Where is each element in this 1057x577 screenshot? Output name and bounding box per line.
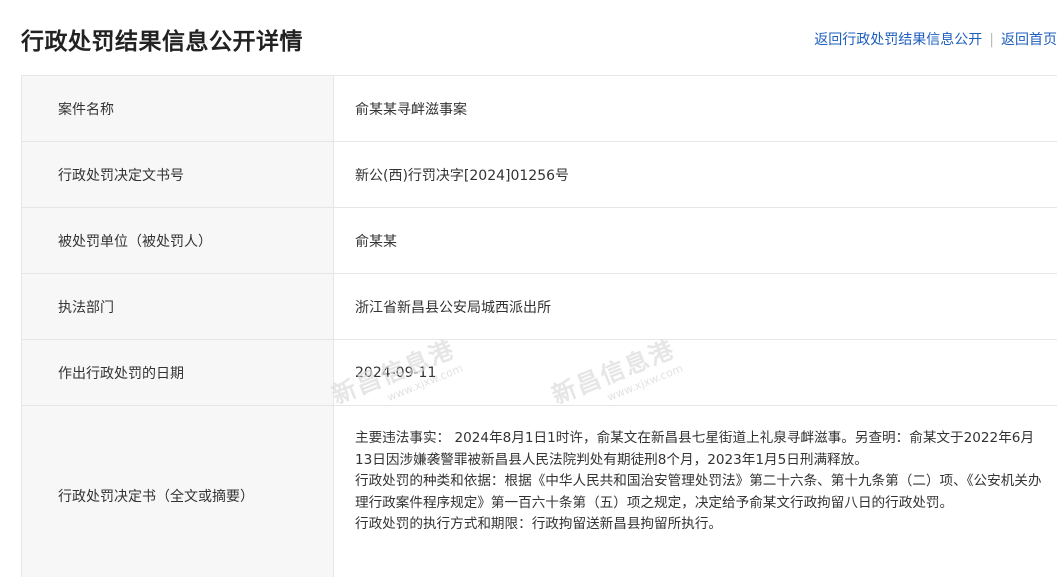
row-decision-text: 行政处罚决定书（全文或摘要） 主要违法事实： 2024年8月1日1时许，俞某文在… xyxy=(22,406,1057,577)
row-decision-date: 作出行政处罚的日期 2024-09-11 xyxy=(22,340,1057,406)
row-enforcement-dept: 执法部门 浙江省新昌县公安局城西派出所 xyxy=(22,274,1057,340)
decision-number-label: 行政处罚决定文书号 xyxy=(22,142,334,207)
case-name-value: 俞某某寻衅滋事案 xyxy=(355,101,467,118)
back-to-list-link[interactable]: 返回行政处罚结果信息公开 xyxy=(814,32,982,48)
execution-method-paragraph: 行政处罚的执行方式和期限：行政拘留送新昌县拘留所执行。 xyxy=(355,516,723,532)
decision-number-value: 新公(西)行罚决字[2024]01256号 xyxy=(355,167,570,184)
row-case-name: 案件名称 俞某某寻衅滋事案 xyxy=(22,76,1057,142)
penalty-basis-paragraph: 行政处罚的种类和依据：根据《中华人民共和国治安管理处罚法》第二十六条、第十九条第… xyxy=(355,473,1042,511)
decision-date-value: 2024-09-11 xyxy=(355,364,437,381)
decision-date-label: 作出行政处罚的日期 xyxy=(22,340,334,405)
decision-text-label: 行政处罚决定书（全文或摘要） xyxy=(22,406,334,577)
page-title: 行政处罚结果信息公开详情 xyxy=(21,29,303,55)
violation-facts-paragraph: 主要违法事实： 2024年8月1日1时许，俞某文在新昌县七星街道上礼泉寻衅滋事。… xyxy=(355,430,1035,468)
top-links: 返回行政处罚结果信息公开 | 返回首页 xyxy=(814,29,1057,49)
punished-party-value: 俞某某 xyxy=(355,233,397,250)
enforcement-dept-label: 执法部门 xyxy=(22,274,334,339)
punished-party-label: 被处罚单位（被处罚人） xyxy=(22,208,334,273)
link-separator: | xyxy=(989,32,994,48)
decision-text-value: 主要违法事实： 2024年8月1日1时许，俞某文在新昌县七星街道上礼泉寻衅滋事。… xyxy=(334,406,1057,577)
row-punished-party: 被处罚单位（被处罚人） 俞某某 xyxy=(22,208,1057,274)
row-decision-number: 行政处罚决定文书号 新公(西)行罚决字[2024]01256号 xyxy=(22,142,1057,208)
home-link[interactable]: 返回首页 xyxy=(1001,32,1057,48)
decision-text-body: 主要违法事实： 2024年8月1日1时许，俞某文在新昌县七星街道上礼泉寻衅滋事。… xyxy=(355,406,1057,536)
enforcement-dept-value: 浙江省新昌县公安局城西派出所 xyxy=(355,299,551,316)
case-name-label: 案件名称 xyxy=(22,76,334,141)
detail-table: 案件名称 俞某某寻衅滋事案 行政处罚决定文书号 新公(西)行罚决字[2024]0… xyxy=(21,75,1057,577)
